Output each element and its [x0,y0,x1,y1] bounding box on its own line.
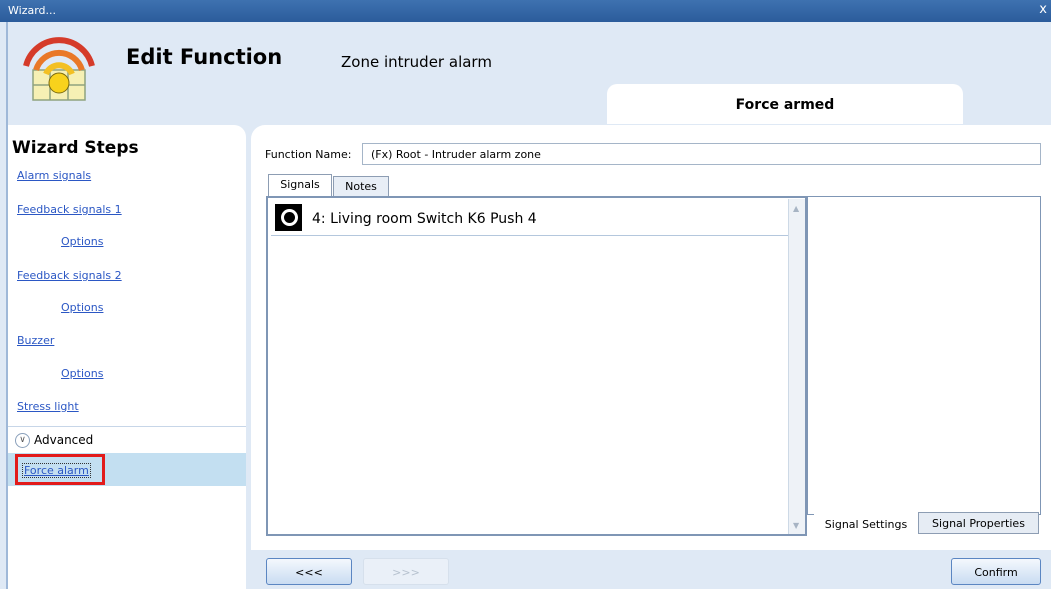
back-button-label: <<< [295,566,323,579]
close-icon[interactable]: x [1039,2,1047,17]
tab-signals-label: Signals [280,178,320,191]
wizard-steps-title: Wizard Steps [12,138,139,158]
tab-signal-properties[interactable]: Signal Properties [918,512,1039,534]
scroll-down-icon[interactable]: ▼ [793,521,799,530]
step-force-alarm[interactable]: Force alarm [22,463,91,478]
selected-step-row[interactable]: Force alarm [8,453,246,486]
tab-notes[interactable]: Notes [333,176,389,197]
tab-signals[interactable]: Signals [268,174,332,197]
signals-list [266,196,807,536]
wizard-steps-panel: Wizard Steps Alarm signals Feedback sign… [8,125,246,589]
step-feedback-1-options[interactable]: Options [61,235,103,248]
push-button-icon [275,204,302,231]
title-bar: Wizard... x [0,0,1051,22]
chevron-down-circle-icon: ∨ [15,433,30,448]
back-button[interactable]: <<< [266,558,352,585]
function-subtitle: Zone intruder alarm [341,53,492,71]
signals-scrollbar[interactable]: ▲ ▼ [788,199,805,534]
function-name-input[interactable]: (Fx) Root - Intruder alarm zone [362,143,1041,165]
tab-signal-settings-label: Signal Settings [824,518,908,531]
list-item[interactable]: 4: Living room Switch K6 Push 4 [271,201,788,236]
next-button-label: >>> [392,566,420,579]
step-buzzer-options[interactable]: Options [61,367,103,380]
scroll-up-icon[interactable]: ▲ [793,204,799,213]
confirm-button-label: Confirm [974,566,1018,579]
window-title: Wizard... [8,4,57,17]
advanced-label: Advanced [34,433,94,447]
tab-notes-label: Notes [345,180,377,193]
function-name-label: Function Name: [265,148,352,161]
step-feedback-2-options[interactable]: Options [61,301,103,314]
step-stress-light[interactable]: Stress light [17,400,79,413]
page-title: Edit Function [126,45,283,69]
signal-properties-panel [807,196,1041,515]
current-step-header: Force armed [607,84,963,124]
step-feedback-signals-1[interactable]: Feedback signals 1 [17,203,122,216]
step-alarm-signals[interactable]: Alarm signals [17,169,91,182]
next-button[interactable]: >>> [363,558,449,585]
step-feedback-signals-2[interactable]: Feedback signals 2 [17,269,122,282]
alarm-wifi-icon [23,37,95,101]
function-name-value: (Fx) Root - Intruder alarm zone [371,148,541,161]
tab-signal-properties-label: Signal Properties [932,517,1025,530]
current-step-label: Force armed [735,97,835,113]
step-buzzer[interactable]: Buzzer [17,334,54,347]
confirm-button[interactable]: Confirm [951,558,1041,585]
highlight-box: Force alarm [15,454,105,485]
signal-label: 4: Living room Switch K6 Push 4 [312,211,537,227]
advanced-toggle[interactable]: ∨ Advanced [8,426,246,453]
tab-signal-settings[interactable]: Signal Settings [814,514,918,536]
